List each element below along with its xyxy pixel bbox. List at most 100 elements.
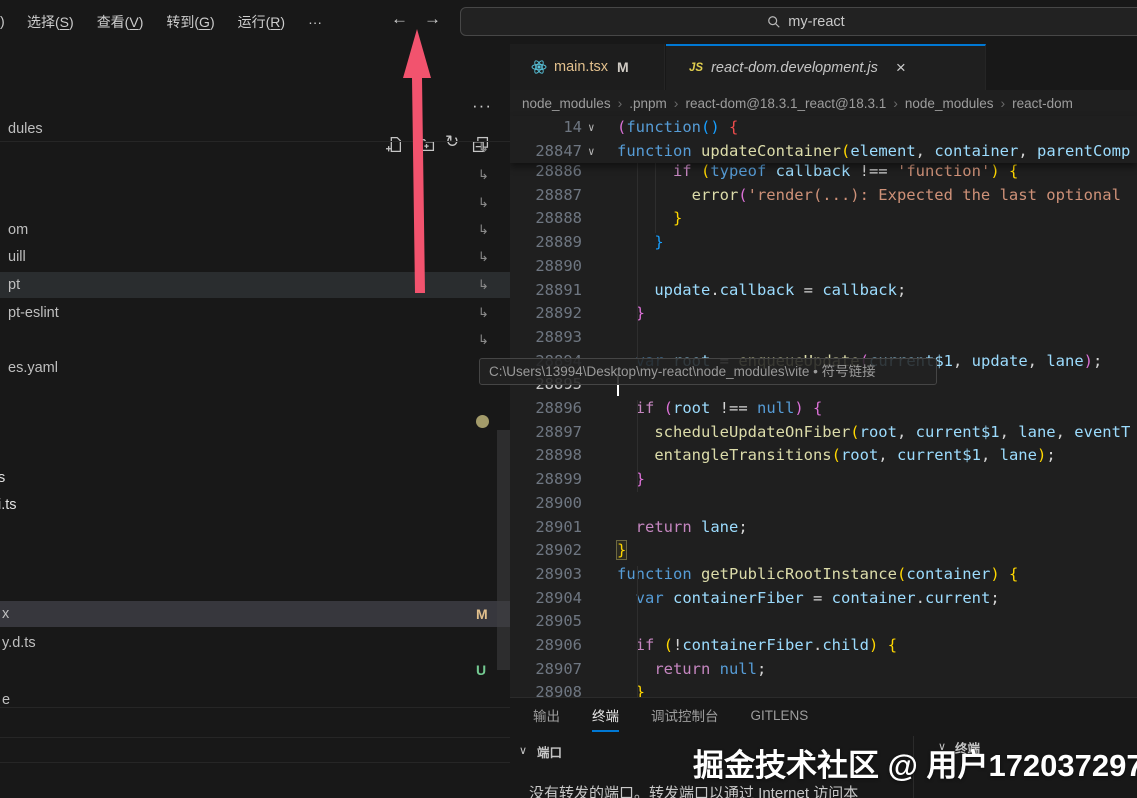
chevron-down-icon[interactable]: ∨ bbox=[519, 744, 527, 757]
code-line[interactable]: 28897scheduleUpdateOnFiber(root, current… bbox=[510, 421, 1137, 445]
menu-item[interactable]: 转到(G) bbox=[166, 12, 214, 32]
code-text: return lane; bbox=[636, 516, 748, 540]
menu-item[interactable]: ··· bbox=[308, 14, 322, 30]
code-text: (function() { bbox=[617, 116, 738, 140]
js-icon: JS bbox=[689, 62, 703, 74]
file-row[interactable]: ↳ bbox=[0, 162, 510, 188]
code-line[interactable]: 28890 bbox=[510, 255, 1137, 279]
code-line[interactable]: 28893 bbox=[510, 326, 1137, 350]
code-line[interactable]: 28891update.callback = callback; bbox=[510, 279, 1137, 303]
fold-chevron-icon[interactable]: ∨ bbox=[588, 140, 595, 164]
back-arrow-icon[interactable]: ← bbox=[391, 9, 408, 29]
panel-tab-GITLENS[interactable]: GITLENS bbox=[751, 708, 809, 727]
file-label: e bbox=[2, 687, 10, 713]
file-row[interactable]: es.yaml bbox=[0, 355, 510, 381]
code-text: if (!containerFiber.child) { bbox=[636, 634, 897, 658]
breadcrumb-item[interactable]: react-dom bbox=[1012, 96, 1073, 111]
code-line[interactable]: 28899} bbox=[510, 468, 1137, 492]
tab-main-tsx[interactable]: main.tsx M bbox=[510, 44, 665, 90]
fold-chevron-icon[interactable]: ∨ bbox=[588, 116, 595, 140]
code-text: } bbox=[673, 207, 682, 231]
symlink-icon: ↳ bbox=[478, 217, 489, 243]
file-row[interactable]: U bbox=[0, 657, 510, 683]
menu-item[interactable]: 查看(V) bbox=[97, 12, 144, 32]
panel-tab-调试控制台[interactable]: 调试控制台 bbox=[651, 705, 719, 729]
indent-guide bbox=[637, 400, 638, 492]
file-label: es.yaml bbox=[8, 355, 58, 381]
symlink-icon: ↳ bbox=[478, 244, 489, 270]
command-center-search[interactable]: my-react bbox=[460, 7, 1137, 36]
file-row[interactable]: i.ts bbox=[0, 492, 510, 518]
code-line[interactable]: 28887error('render(...): Expected the la… bbox=[510, 184, 1137, 208]
code-line[interactable]: 28901 return lane; bbox=[510, 516, 1137, 540]
tab-label: react-dom.development.js bbox=[711, 60, 878, 76]
file-row[interactable]: ↳ bbox=[0, 190, 510, 216]
panel-tab-终端[interactable]: 终端 bbox=[592, 705, 619, 729]
vscode-window: ) 选择(S)查看(V)转到(G)运行(R)··· ← → my-react ·… bbox=[0, 0, 1137, 798]
code-line[interactable]: 28907return null; bbox=[510, 658, 1137, 682]
code-text: function getPublicRootInstance(container… bbox=[617, 563, 1018, 587]
line-number: 28901 bbox=[510, 516, 582, 540]
file-label: uill bbox=[8, 244, 26, 270]
code-line[interactable]: 28902} bbox=[510, 539, 1137, 563]
more-actions-icon[interactable]: ··· bbox=[472, 96, 492, 116]
file-label: ts bbox=[0, 465, 5, 491]
menu-item[interactable]: 运行(R) bbox=[238, 12, 285, 32]
line-number: 28847 bbox=[510, 140, 582, 164]
code-text: function updateContainer(element, contai… bbox=[617, 140, 1130, 164]
file-row[interactable]: ts bbox=[0, 465, 510, 491]
line-number: 28892 bbox=[510, 302, 582, 326]
code-line[interactable]: 28898entangleTransitions(root, current$1… bbox=[510, 444, 1137, 468]
code-line[interactable]: 28904var containerFiber = container.curr… bbox=[510, 587, 1137, 611]
breadcrumb[interactable]: node_modules›.pnpm›react-dom@18.3.1_reac… bbox=[522, 90, 1137, 116]
file-row[interactable]: ↳ bbox=[0, 135, 510, 161]
indent-guide bbox=[637, 566, 638, 697]
code-line[interactable]: 28908} bbox=[510, 681, 1137, 697]
breadcrumb-item[interactable]: node_modules bbox=[905, 96, 994, 111]
code-text: entangleTransitions(root, current$1, lan… bbox=[654, 444, 1055, 468]
code-line[interactable]: 28889} bbox=[510, 231, 1137, 255]
close-icon[interactable]: × bbox=[896, 58, 906, 78]
path-tooltip: C:\Users\13994\Desktop\my-react\node_mod… bbox=[479, 358, 937, 385]
file-row[interactable]: pt-eslint↳ bbox=[0, 300, 510, 326]
file-label: pt-eslint bbox=[8, 300, 59, 326]
code-text: error('render(...): Expected the last op… bbox=[692, 184, 1121, 208]
ports-pane-title[interactable]: 端口 bbox=[537, 742, 562, 761]
code-line[interactable]: 28896if (root !== null) { bbox=[510, 397, 1137, 421]
code-line[interactable]: 28903function getPublicRootInstance(cont… bbox=[510, 563, 1137, 587]
breadcrumb-separator: › bbox=[618, 95, 623, 111]
tab-react-dom-development-js[interactable]: JS react-dom.development.js × bbox=[666, 44, 986, 90]
panel-tab-输出[interactable]: 输出 bbox=[533, 705, 560, 729]
file-row[interactable]: xM bbox=[0, 601, 510, 627]
code-line[interactable]: 28886if (typeof callback !== 'function')… bbox=[510, 160, 1137, 184]
code-line[interactable]: 28892} bbox=[510, 302, 1137, 326]
explorer-sidebar: ··· ↻ dules↳↳↳om↳uill↳pt↳pt-eslint↳↳es.y… bbox=[0, 44, 511, 798]
code-line[interactable]: 28905 bbox=[510, 610, 1137, 634]
file-row[interactable]: uill ↳ bbox=[0, 244, 510, 270]
code-line[interactable]: 28888} bbox=[510, 207, 1137, 231]
code-line[interactable]: 28900 bbox=[510, 492, 1137, 516]
file-row[interactable]: om↳ bbox=[0, 217, 510, 243]
forward-arrow-icon[interactable]: → bbox=[424, 9, 441, 29]
file-row[interactable]: e bbox=[0, 687, 510, 713]
sidebar-scrollbar[interactable] bbox=[497, 430, 510, 670]
sticky-code-line[interactable]: 28847∨ function updateContainer(element, … bbox=[510, 140, 1137, 164]
symlink-icon: ↳ bbox=[478, 162, 489, 188]
menu-item[interactable]: 选择(S) bbox=[27, 12, 74, 32]
sticky-code-line[interactable]: 14∨ (function() { bbox=[510, 116, 1137, 140]
code-text: scheduleUpdateOnFiber(root, current$1, l… bbox=[654, 421, 1130, 445]
line-number: 28896 bbox=[510, 397, 582, 421]
breadcrumb-item[interactable]: react-dom@18.3.1_react@18.3.1 bbox=[685, 96, 886, 111]
modified-badge: M bbox=[617, 59, 629, 75]
code-text: return null; bbox=[654, 658, 766, 682]
file-row[interactable]: pt↳ bbox=[0, 272, 510, 298]
breadcrumb-item[interactable]: .pnpm bbox=[629, 96, 667, 111]
line-number: 14 bbox=[510, 116, 582, 140]
file-row[interactable]: ↳ bbox=[0, 327, 510, 353]
breadcrumb-item[interactable]: node_modules bbox=[522, 96, 611, 111]
file-row[interactable]: y.d.ts bbox=[0, 630, 510, 656]
file-label: x bbox=[2, 601, 9, 627]
line-number: 28893 bbox=[510, 326, 582, 350]
file-label: y.d.ts bbox=[2, 630, 36, 656]
code-line[interactable]: 28906if (!containerFiber.child) { bbox=[510, 634, 1137, 658]
